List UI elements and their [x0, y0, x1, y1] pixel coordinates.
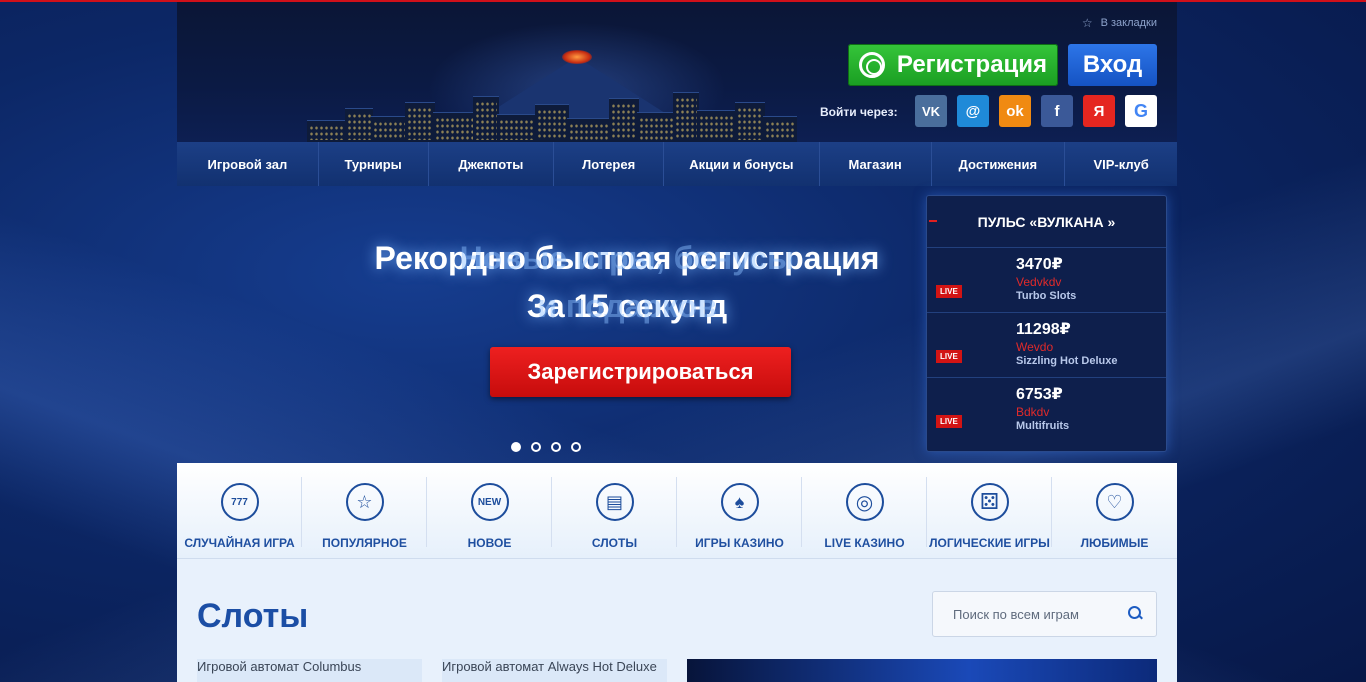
- main-nav: Игровой зал Турниры Джекпоты Лотерея Акц…: [177, 142, 1177, 186]
- new-icon: NEW: [470, 483, 509, 521]
- star-icon: ☆: [1081, 16, 1093, 30]
- category-label: НОВОЕ: [467, 536, 512, 550]
- slot-777-icon: 777: [220, 483, 259, 521]
- search-placeholder: Поиск по всем играм: [953, 606, 1079, 622]
- win-user: Vedvkdv: [1016, 275, 1062, 289]
- volcano-lava: [562, 50, 592, 64]
- hero-ghost-line-1: Новые игры, бонусы: [459, 240, 795, 276]
- mail-login-icon[interactable]: @: [957, 95, 989, 127]
- win-amount: 3470₽: [1016, 256, 1063, 273]
- nav-item-achievements[interactable]: Достижения: [932, 142, 1066, 186]
- bookmark-link[interactable]: ☆ В закладки: [1082, 16, 1157, 30]
- win-row[interactable]: LIVE 6753₽ Bdkdv Multifruits: [927, 378, 1166, 443]
- hero-title: Новые игры, бонусы и подарков Рекордно б…: [327, 234, 927, 330]
- live-badge: LIVE: [936, 415, 962, 428]
- win-user: Wevdo: [1016, 340, 1054, 354]
- games-section: Слоты Поиск по всем играм Игровой автома…: [177, 559, 1177, 682]
- game-card[interactable]: Игровой автомат Columbus: [197, 659, 422, 682]
- vk-login-icon[interactable]: VK: [915, 95, 947, 127]
- register-label: Регистрация: [896, 51, 1048, 78]
- category-random-game[interactable]: 777 СЛУЧАЙНАЯ ИГРА: [177, 463, 302, 558]
- game-card[interactable]: Игровой автомат Always Hot Deluxe: [442, 659, 667, 682]
- category-label: СЛУЧАЙНАЯ ИГРА: [184, 536, 295, 550]
- category-label: LIVE КАЗИНО: [824, 536, 905, 550]
- nav-item-game-hall[interactable]: Игровой зал: [177, 142, 319, 186]
- register-button[interactable]: Регистрация: [848, 44, 1058, 86]
- pulse-widget: ПУЛЬС «ВУЛКАНА » LIVE 3470₽ Vedvkdv Turb…: [926, 195, 1167, 452]
- slot-machine-icon: ▤: [595, 483, 634, 521]
- cards-icon: ♠: [720, 483, 759, 521]
- odnoklassniki-login-icon[interactable]: ok: [999, 95, 1031, 127]
- game-title[interactable]: Игровой автомат Columbus: [197, 659, 422, 674]
- chip-icon: ◎: [845, 483, 884, 521]
- slide-dot-4[interactable]: [571, 442, 581, 452]
- category-live-casino[interactable]: ◎ LIVE КАЗИНО: [802, 463, 927, 558]
- main-container: ☆ В закладки Регистрация Вход Войти чере…: [177, 2, 1177, 682]
- category-casino-games[interactable]: ♠ ИГРЫ КАЗИНО: [677, 463, 802, 558]
- win-game[interactable]: Turbo Slots: [1016, 290, 1076, 302]
- star-icon: ☆: [345, 483, 384, 521]
- city-skyline: [307, 90, 797, 142]
- register-icon: [858, 52, 885, 78]
- category-slots[interactable]: ▤ СЛОТЫ: [552, 463, 677, 558]
- slide-dot-3[interactable]: [551, 442, 561, 452]
- nav-item-lottery[interactable]: Лотерея: [554, 142, 664, 186]
- live-badge: LIVE: [936, 350, 962, 363]
- login-label: Вход: [1082, 51, 1143, 78]
- yandex-login-icon[interactable]: Я: [1083, 95, 1115, 127]
- hero-ghost-line-2: и подарков: [537, 288, 717, 324]
- category-popular[interactable]: ☆ ПОПУЛЯРНОЕ: [302, 463, 427, 558]
- win-user: Bdkdv: [1016, 405, 1050, 419]
- site-header: ☆ В закладки Регистрация Вход Войти чере…: [177, 2, 1177, 142]
- live-badge: LIVE: [936, 285, 962, 298]
- login-button[interactable]: Вход: [1068, 44, 1157, 86]
- heart-icon: ♡: [1095, 483, 1134, 521]
- win-row[interactable]: LIVE 11298₽ Wevdo Sizzling Hot Deluxe: [927, 313, 1166, 378]
- category-label: ЛОГИЧЕСКИЕ ИГРЫ: [929, 536, 1050, 550]
- nav-item-vip-club[interactable]: VIP-клуб: [1065, 142, 1177, 186]
- win-game[interactable]: Multifruits: [1016, 420, 1069, 432]
- hero-ghost-title: Новые игры, бонусы и подарков: [327, 234, 927, 330]
- game-title[interactable]: Игровой автомат Always Hot Deluxe: [442, 659, 667, 674]
- pulse-title: ПУЛЬС «ВУЛКАНА »: [927, 196, 1166, 248]
- win-row[interactable]: LIVE 3470₽ Vedvkdv Turbo Slots: [927, 248, 1166, 313]
- category-bar: 777 СЛУЧАЙНАЯ ИГРА ☆ ПОПУЛЯРНОЕ NEW НОВО…: [177, 463, 1177, 559]
- category-favorites[interactable]: ♡ ЛЮБИМЫЕ: [1052, 463, 1177, 558]
- category-new[interactable]: NEW НОВОЕ: [427, 463, 552, 558]
- win-amount: 11298₽: [1016, 321, 1071, 338]
- nav-item-tournaments[interactable]: Турниры: [319, 142, 429, 186]
- section-title: Слоты: [197, 597, 309, 635]
- slider-dots: [511, 442, 581, 452]
- slide-dot-1[interactable]: [511, 442, 521, 452]
- win-game[interactable]: Sizzling Hot Deluxe: [1016, 355, 1117, 367]
- category-logic-games[interactable]: ⚄ ЛОГИЧЕСКИЕ ИГРЫ: [927, 463, 1052, 558]
- hero-register-button[interactable]: Зарегистрироваться: [490, 347, 791, 397]
- promo-banner[interactable]: [687, 659, 1157, 682]
- search-icon[interactable]: [1128, 606, 1144, 622]
- dice-icon: ⚄: [970, 483, 1009, 521]
- nav-item-jackpots[interactable]: Джекпоты: [429, 142, 555, 186]
- facebook-login-icon[interactable]: f: [1041, 95, 1073, 127]
- win-amount: 6753₽: [1016, 386, 1063, 403]
- nav-item-promotions[interactable]: Акции и бонусы: [664, 142, 820, 186]
- category-label: ЛЮБИМЫЕ: [1080, 536, 1149, 550]
- category-label: СЛОТЫ: [591, 536, 638, 550]
- category-label: ПОПУЛЯРНОЕ: [322, 536, 407, 550]
- nav-item-shop[interactable]: Магазин: [820, 142, 932, 186]
- slide-dot-2[interactable]: [531, 442, 541, 452]
- google-login-icon[interactable]: G: [1125, 95, 1157, 127]
- search-input[interactable]: Поиск по всем играм: [932, 591, 1157, 637]
- login-via-label: Войти через:: [820, 105, 898, 119]
- category-label: ИГРЫ КАЗИНО: [695, 536, 784, 550]
- bookmark-label: В закладки: [1100, 17, 1157, 29]
